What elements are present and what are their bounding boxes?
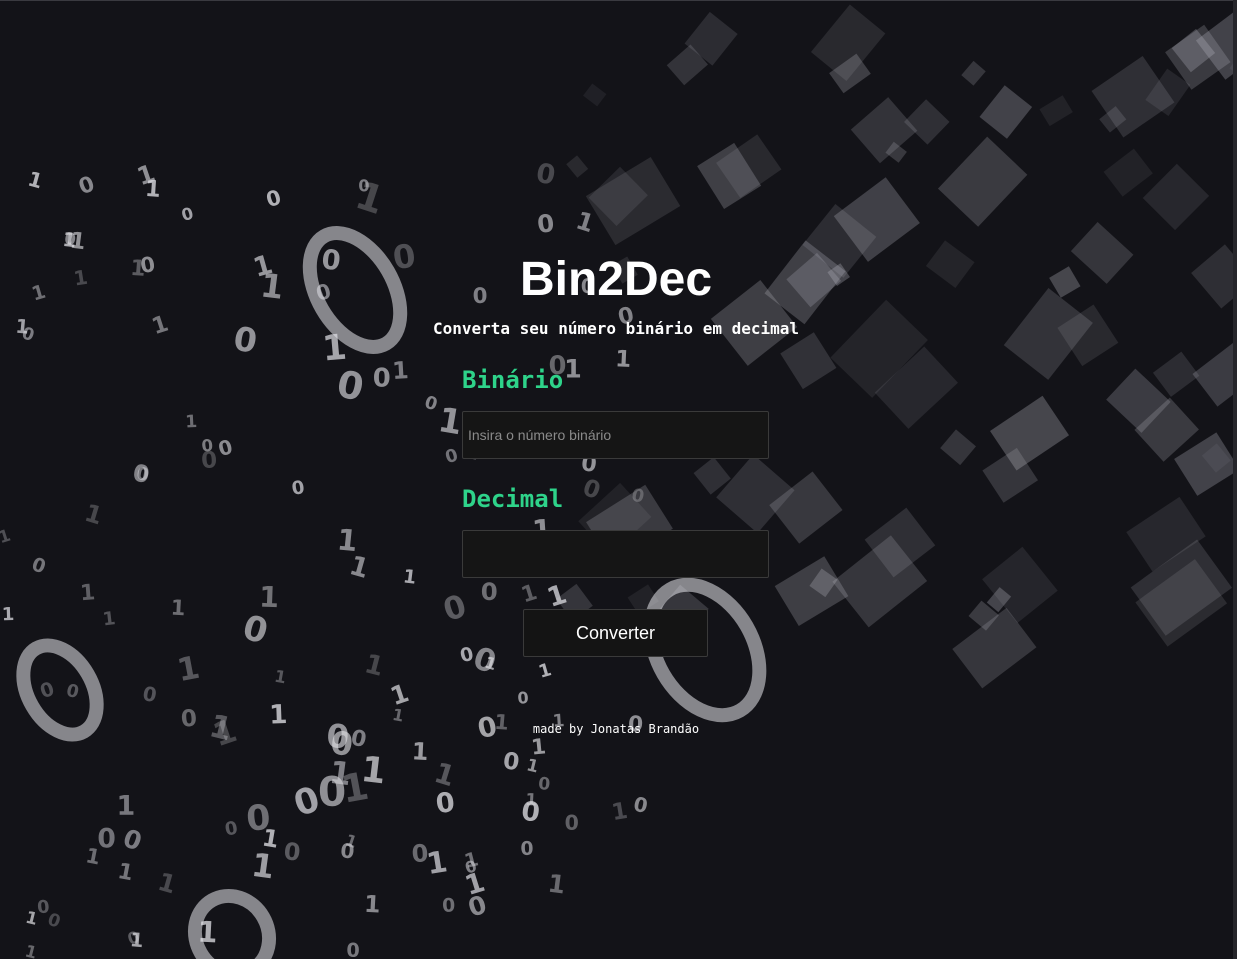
convert-button[interactable]: Converter bbox=[523, 609, 708, 657]
page-title: Bin2Dec bbox=[519, 253, 713, 306]
decimal-output[interactable] bbox=[462, 530, 769, 578]
decimal-label: Decimal bbox=[462, 485, 564, 513]
binary-label: Binário bbox=[462, 366, 564, 394]
page-subtitle: Converta seu número binário em decimal bbox=[432, 319, 800, 338]
footer-credit: made by Jonatas Brandão bbox=[532, 722, 700, 736]
converter-panel: Bin2Dec Converta seu número binário em d… bbox=[0, 0, 1237, 959]
binary-input[interactable] bbox=[462, 411, 769, 459]
